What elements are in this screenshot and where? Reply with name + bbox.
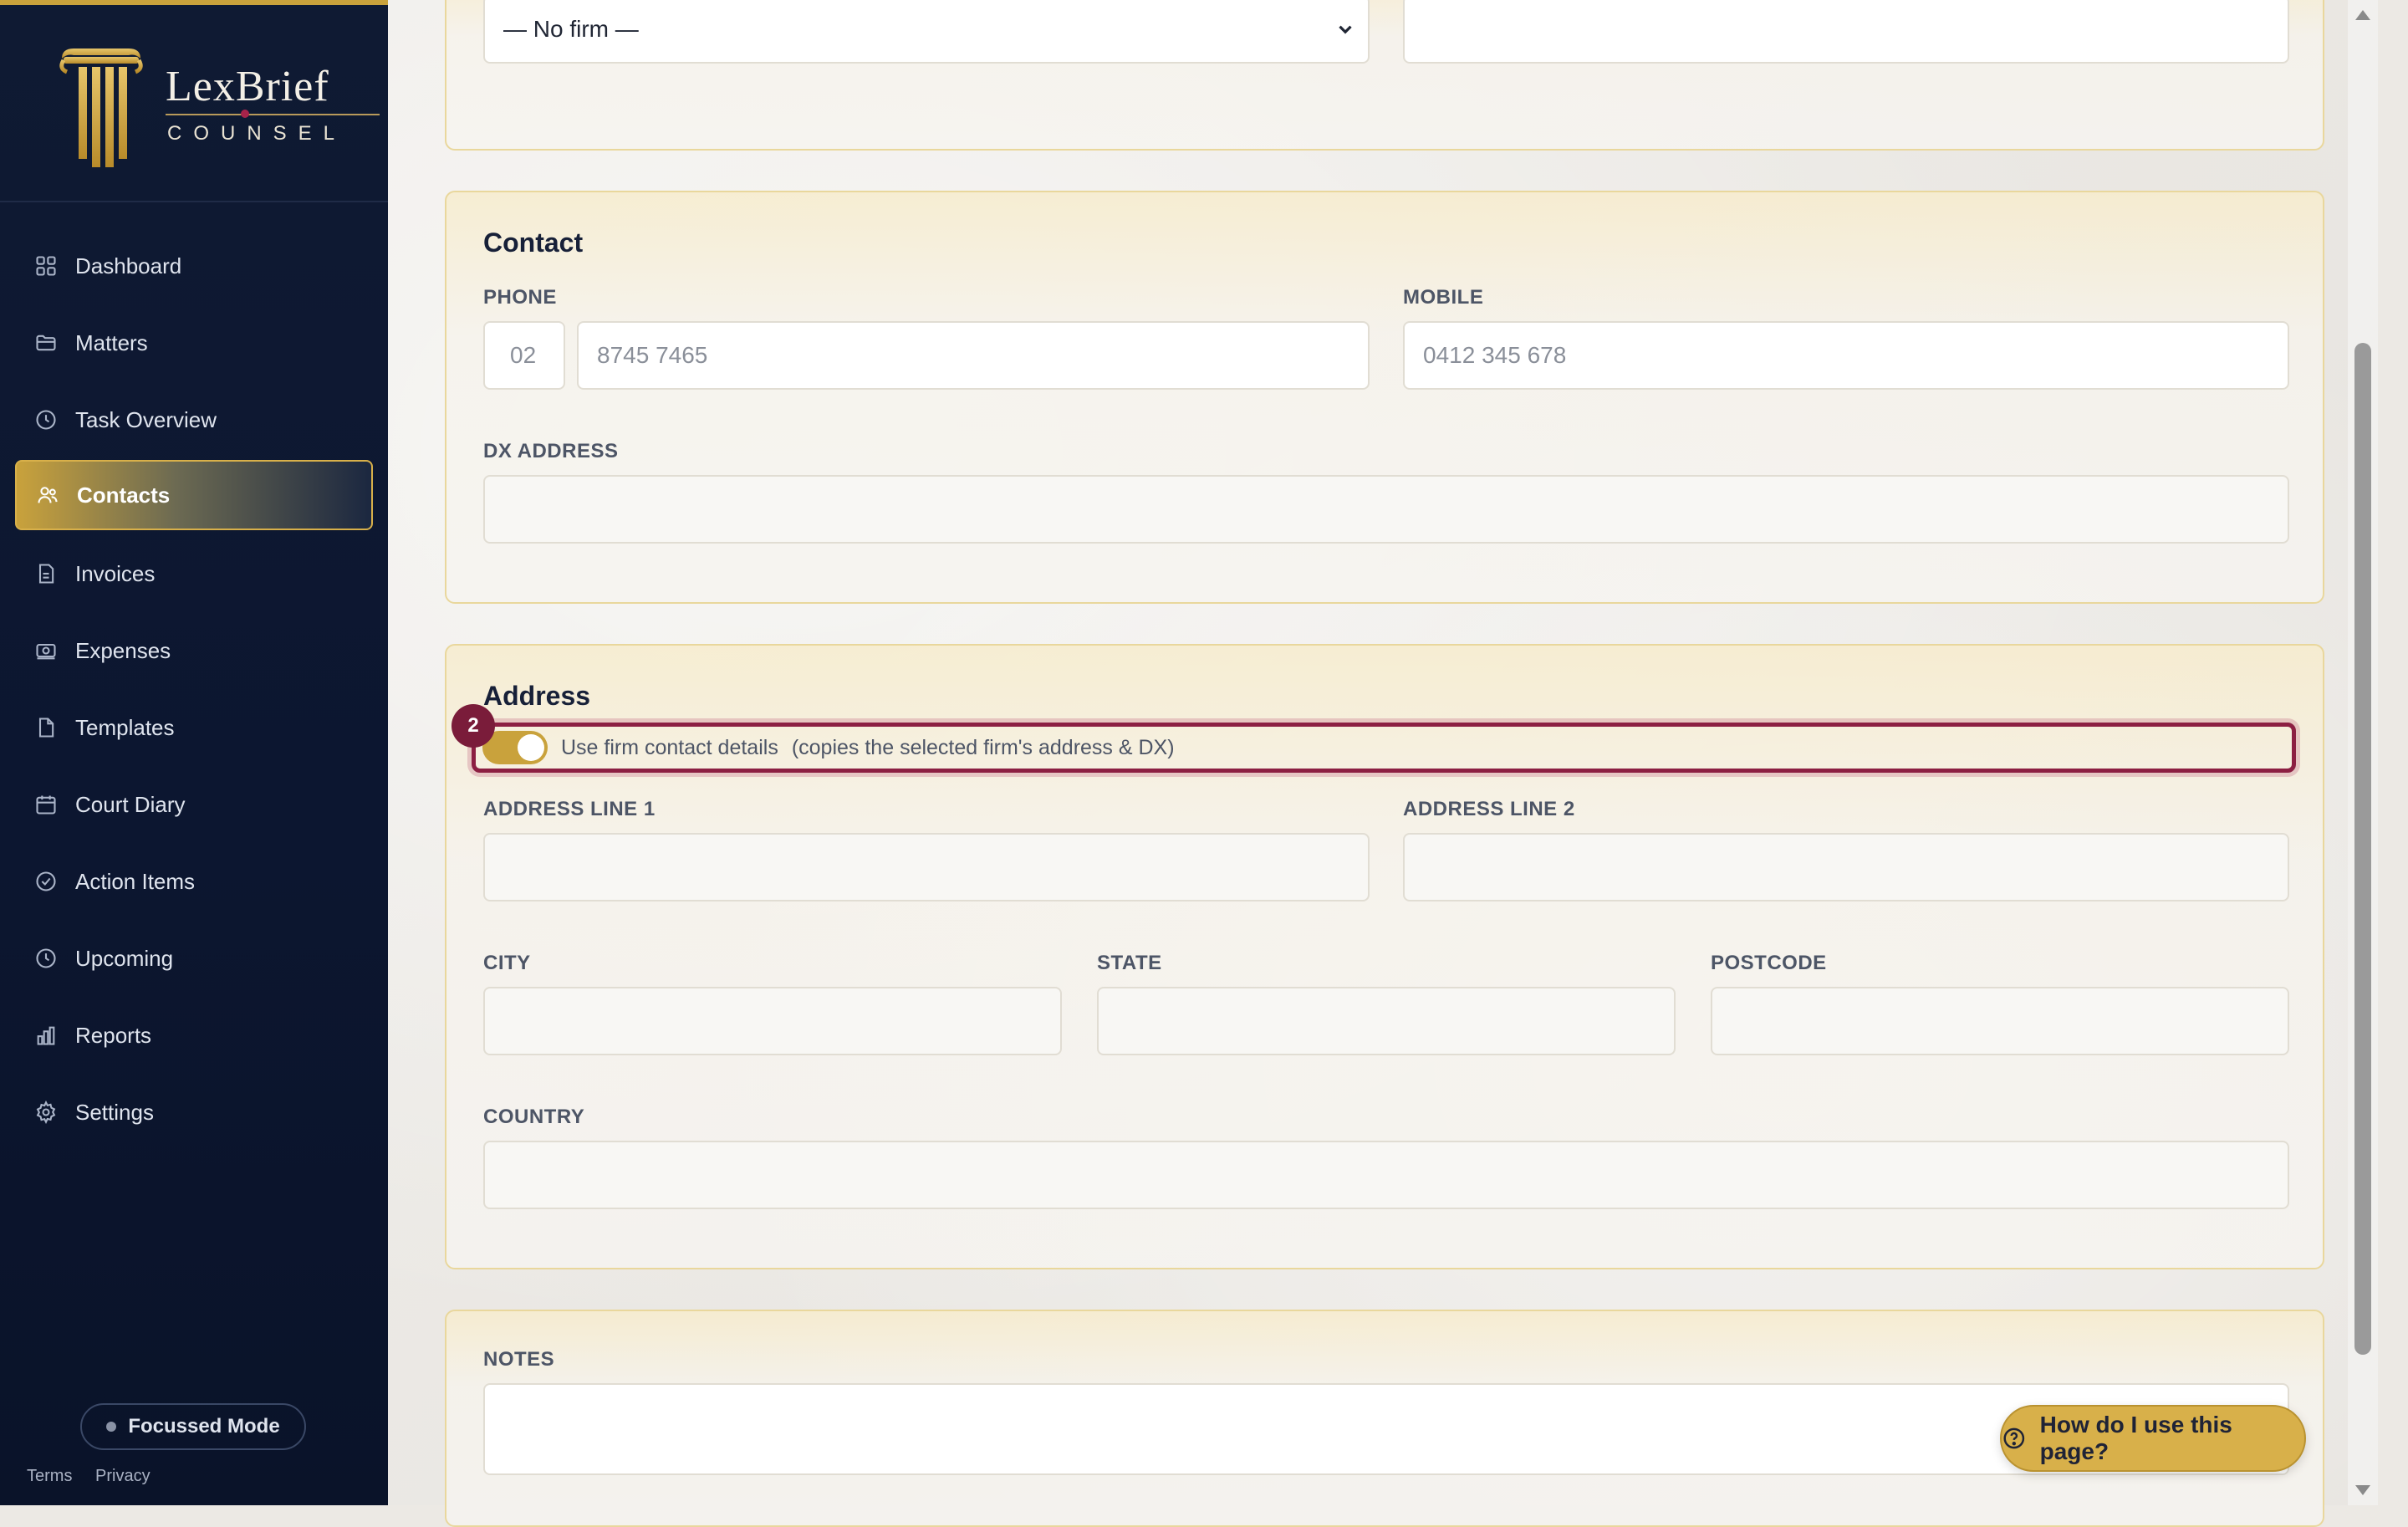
sidebar-item-dashboard[interactable]: Dashboard [15,231,373,301]
address-line1-input[interactable] [483,833,1370,901]
notes-label: NOTES [483,1348,555,1371]
calendar-icon [33,792,59,817]
brand-divider-line [166,114,380,115]
firm-card: — No firm — [445,0,2324,151]
country-input[interactable] [483,1141,2289,1209]
phone-number-input[interactable]: 8745 7465 [577,321,1370,390]
sidebar-item-label: Contacts [77,482,171,508]
address-line1-label: ADDRESS LINE 1 [483,798,656,820]
scroll-down-arrow-icon[interactable] [2355,1485,2370,1495]
toggle-knob [518,734,544,761]
country-label: COUNTRY [483,1106,585,1128]
scrollbar[interactable] [2348,0,2378,1505]
folder-icon [33,330,59,355]
check-circle-icon [33,869,59,894]
privacy-link[interactable]: Privacy [95,1467,150,1486]
sidebar-item-label: Reports [75,1022,152,1048]
sidebar-item-task-overview[interactable]: Task Overview [15,385,373,455]
sidebar-item-label: Expenses [75,637,171,663]
phone-number-placeholder: 8745 7465 [597,342,708,368]
sidebar-item-label: Task Overview [75,406,217,432]
status-dot-icon [106,1422,117,1432]
document-icon [33,715,59,740]
help-button[interactable]: How do I use this page? [2000,1405,2306,1472]
firm-side-field[interactable] [1403,0,2289,64]
brand-subtitle: COUNSEL [167,122,347,145]
dx-address-input[interactable] [483,475,2289,544]
city-input[interactable] [483,987,1062,1055]
state-label: STATE [1097,952,1162,974]
sidebar-divider [0,201,388,202]
scroll-up-arrow-icon[interactable] [2355,10,2370,20]
sidebar-item-upcoming[interactable]: Upcoming [15,923,373,993]
address-card: Address Use firm contact details (copies… [445,644,2324,1269]
phone-label: PHONE [483,286,557,309]
brand-name: LexBrief [166,63,329,110]
question-circle-icon [2003,1427,2025,1449]
gear-icon [33,1100,59,1125]
terms-link[interactable]: Terms [27,1467,72,1486]
sidebar-item-label: Templates [75,714,175,740]
contact-title: Contact [483,227,584,258]
sidebar-item-settings[interactable]: Settings [15,1077,373,1147]
focus-mode-label: Focussed Mode [128,1415,280,1438]
clock-icon [33,946,59,971]
toggle-note: (copies the selected firm's address & DX… [791,735,1175,759]
bar-chart-icon [33,1023,59,1048]
clock-icon [33,407,59,432]
money-icon [33,638,59,663]
address-line2-input[interactable] [1403,833,2289,901]
address-line2-label: ADDRESS LINE 2 [1403,798,1575,820]
chevron-down-icon [1339,25,1352,34]
sidebar-item-matters[interactable]: Matters [15,308,373,378]
sidebar-item-expenses[interactable]: Expenses [15,615,373,686]
mobile-label: MOBILE [1403,286,1484,309]
sidebar-item-label: Invoices [75,560,156,586]
sidebar-item-reports[interactable]: Reports [15,1000,373,1070]
use-firm-contact-toggle-row[interactable]: Use firm contact details (copies the sel… [472,723,2296,773]
sidebar-item-court-diary[interactable]: Court Diary [15,769,373,840]
invoice-icon [33,561,59,586]
sidebar-item-label: Court Diary [75,791,186,817]
phone-area-placeholder: 02 [510,342,537,368]
main-content: — No firm — Contact PHONE 02 8745 7465 M… [388,0,2378,1527]
sidebar-item-label: Upcoming [75,945,174,971]
sidebar-item-contacts[interactable]: Contacts [15,460,373,530]
address-title: Address [483,681,591,711]
toggle-label: Use firm contact details [561,735,778,759]
brand-logo[interactable]: LexBrief COUNSEL [55,43,380,169]
city-label: CITY [483,952,531,974]
sidebar-item-label: Action Items [75,868,196,894]
scrollbar-thumb[interactable] [2354,343,2371,1355]
postcode-label: POSTCODE [1711,952,1827,974]
mobile-placeholder: 0412 345 678 [1423,342,1567,368]
contact-card: Contact PHONE 02 8745 7465 MOBILE 0412 3… [445,191,2324,604]
state-input[interactable] [1097,987,1676,1055]
focus-mode-button[interactable]: Focussed Mode [80,1403,306,1450]
firm-select[interactable]: — No firm — [483,0,1370,64]
postcode-input[interactable] [1711,987,2289,1055]
mobile-input[interactable]: 0412 345 678 [1403,321,2289,390]
phone-area-input[interactable]: 02 [483,321,565,390]
sidebar-item-label: Settings [75,1099,154,1125]
sidebar-item-label: Matters [75,329,148,355]
sidebar-item-invoices[interactable]: Invoices [15,539,373,609]
pillar-logo-icon [59,49,143,167]
sidebar-item-label: Dashboard [75,253,182,278]
firm-select-value: — No firm — [503,16,639,42]
dx-address-label: DX ADDRESS [483,440,619,462]
sidebar-item-templates[interactable]: Templates [15,692,373,763]
dashboard-icon [33,253,59,278]
brand-dot [241,110,249,118]
step-badge: 2 [452,704,495,748]
help-button-label: How do I use this page? [2039,1412,2232,1464]
sidebar: LexBrief COUNSEL Dashboard Matters Task … [0,0,388,1505]
users-icon [35,483,60,508]
sidebar-item-action-items[interactable]: Action Items [15,846,373,917]
